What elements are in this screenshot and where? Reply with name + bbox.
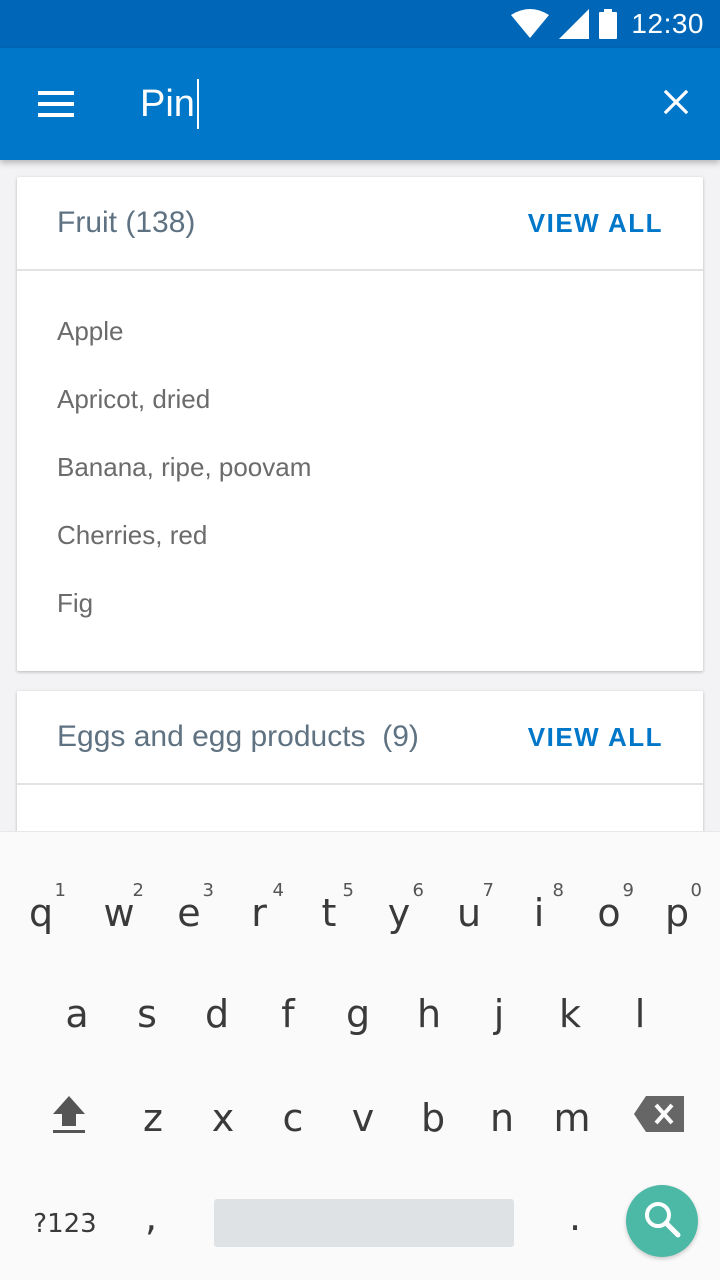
key-g[interactable]: g: [323, 969, 393, 1059]
key-label: p: [664, 891, 690, 935]
symbols-key[interactable]: ?123: [30, 1179, 100, 1269]
search-input-value: Pin: [140, 82, 195, 125]
card-header: Fruit (138) VIEW ALL: [17, 177, 703, 271]
menu-icon: [38, 90, 74, 122]
menu-button[interactable]: [20, 70, 92, 142]
key-r[interactable]: r4: [224, 868, 294, 958]
period-key[interactable]: .: [540, 1172, 610, 1262]
key-k[interactable]: k: [535, 969, 605, 1059]
battery-icon: [599, 9, 618, 39]
key-label: w: [103, 891, 135, 935]
key-n[interactable]: n: [467, 1073, 537, 1163]
backspace-key[interactable]: [624, 1073, 694, 1163]
card-title: Eggs and egg products (9): [57, 720, 419, 753]
key-label: q: [28, 891, 54, 935]
key-v[interactable]: v: [328, 1073, 398, 1163]
key-hint: 3: [202, 880, 214, 901]
result-list: Apple Apricot, dried Banana, ripe, poova…: [17, 271, 703, 649]
key-d[interactable]: d: [182, 969, 252, 1059]
key-p[interactable]: p0: [642, 868, 712, 958]
key-u[interactable]: u7: [434, 868, 504, 958]
wifi-icon: [511, 9, 550, 39]
key-label: i: [533, 891, 545, 935]
comma-key[interactable]: ,: [116, 1172, 186, 1262]
key-hint: 5: [342, 880, 354, 901]
key-j[interactable]: j: [464, 969, 534, 1059]
search-input[interactable]: Pin: [140, 78, 199, 130]
key-b[interactable]: b: [398, 1073, 468, 1163]
key-label: t: [321, 891, 337, 935]
spacebar[interactable]: [214, 1199, 514, 1247]
key-hint: 8: [552, 880, 564, 901]
status-bar: 12:30: [0, 0, 720, 48]
key-q[interactable]: q1: [6, 868, 76, 958]
list-item[interactable]: Cherries, red: [17, 513, 703, 581]
key-z[interactable]: z: [118, 1073, 188, 1163]
key-x[interactable]: x: [188, 1073, 258, 1163]
list-item[interactable]: Fig: [17, 581, 703, 649]
soft-keyboard: q1 w2 e3 r4 t5 y6 u7 i8 o9 p0 a s d f g …: [0, 831, 720, 1280]
key-a[interactable]: a: [42, 969, 112, 1059]
clear-search-button[interactable]: [652, 74, 700, 134]
key-label: r: [251, 891, 267, 935]
app-bar: Pin: [0, 48, 720, 160]
card-header: Eggs and egg products (9) VIEW ALL: [17, 691, 703, 785]
key-hint: 4: [272, 880, 284, 901]
list-item[interactable]: Banana, ripe, poovam: [17, 445, 703, 513]
list-item[interactable]: Apricot, dried: [17, 377, 703, 445]
key-s[interactable]: s: [112, 969, 182, 1059]
close-icon: [663, 89, 689, 119]
view-all-button[interactable]: VIEW ALL: [528, 722, 663, 753]
key-l[interactable]: l: [605, 969, 675, 1059]
key-y[interactable]: y6: [364, 868, 434, 958]
key-i[interactable]: i8: [504, 868, 574, 958]
shift-key[interactable]: [34, 1073, 104, 1163]
key-e[interactable]: e3: [154, 868, 224, 958]
key-c[interactable]: c: [258, 1073, 328, 1163]
key-o[interactable]: o9: [574, 868, 644, 958]
view-all-button[interactable]: VIEW ALL: [528, 208, 663, 239]
result-card-fruit: Fruit (138) VIEW ALL Apple Apricot, drie…: [17, 177, 703, 671]
key-hint: 2: [132, 880, 144, 901]
status-time: 12:30: [631, 8, 704, 39]
key-h[interactable]: h: [394, 969, 464, 1059]
key-hint: 6: [412, 880, 424, 901]
key-m[interactable]: m: [537, 1073, 607, 1163]
key-f[interactable]: f: [253, 969, 323, 1059]
screen: 12:30 Pin Fruit (138) VIEW ALL Apple Apr…: [0, 0, 720, 1280]
text-cursor: [196, 79, 199, 129]
keyboard-search-button[interactable]: [626, 1185, 698, 1257]
shift-icon: [51, 1094, 87, 1143]
key-label: u: [456, 891, 482, 935]
key-hint: 0: [690, 880, 702, 901]
card-title: Fruit (138): [57, 206, 196, 239]
key-label: y: [387, 891, 411, 935]
key-label: e: [177, 891, 201, 935]
key-t[interactable]: t5: [294, 868, 364, 958]
search-icon: [643, 1200, 681, 1243]
backspace-icon: [634, 1095, 684, 1141]
signal-icon: [559, 9, 590, 39]
key-hint: 9: [622, 880, 634, 901]
key-hint: 7: [482, 880, 494, 901]
key-w[interactable]: w2: [84, 868, 154, 958]
list-item[interactable]: Apple: [17, 309, 703, 377]
key-hint: 1: [54, 880, 66, 901]
key-label: o: [597, 891, 621, 935]
